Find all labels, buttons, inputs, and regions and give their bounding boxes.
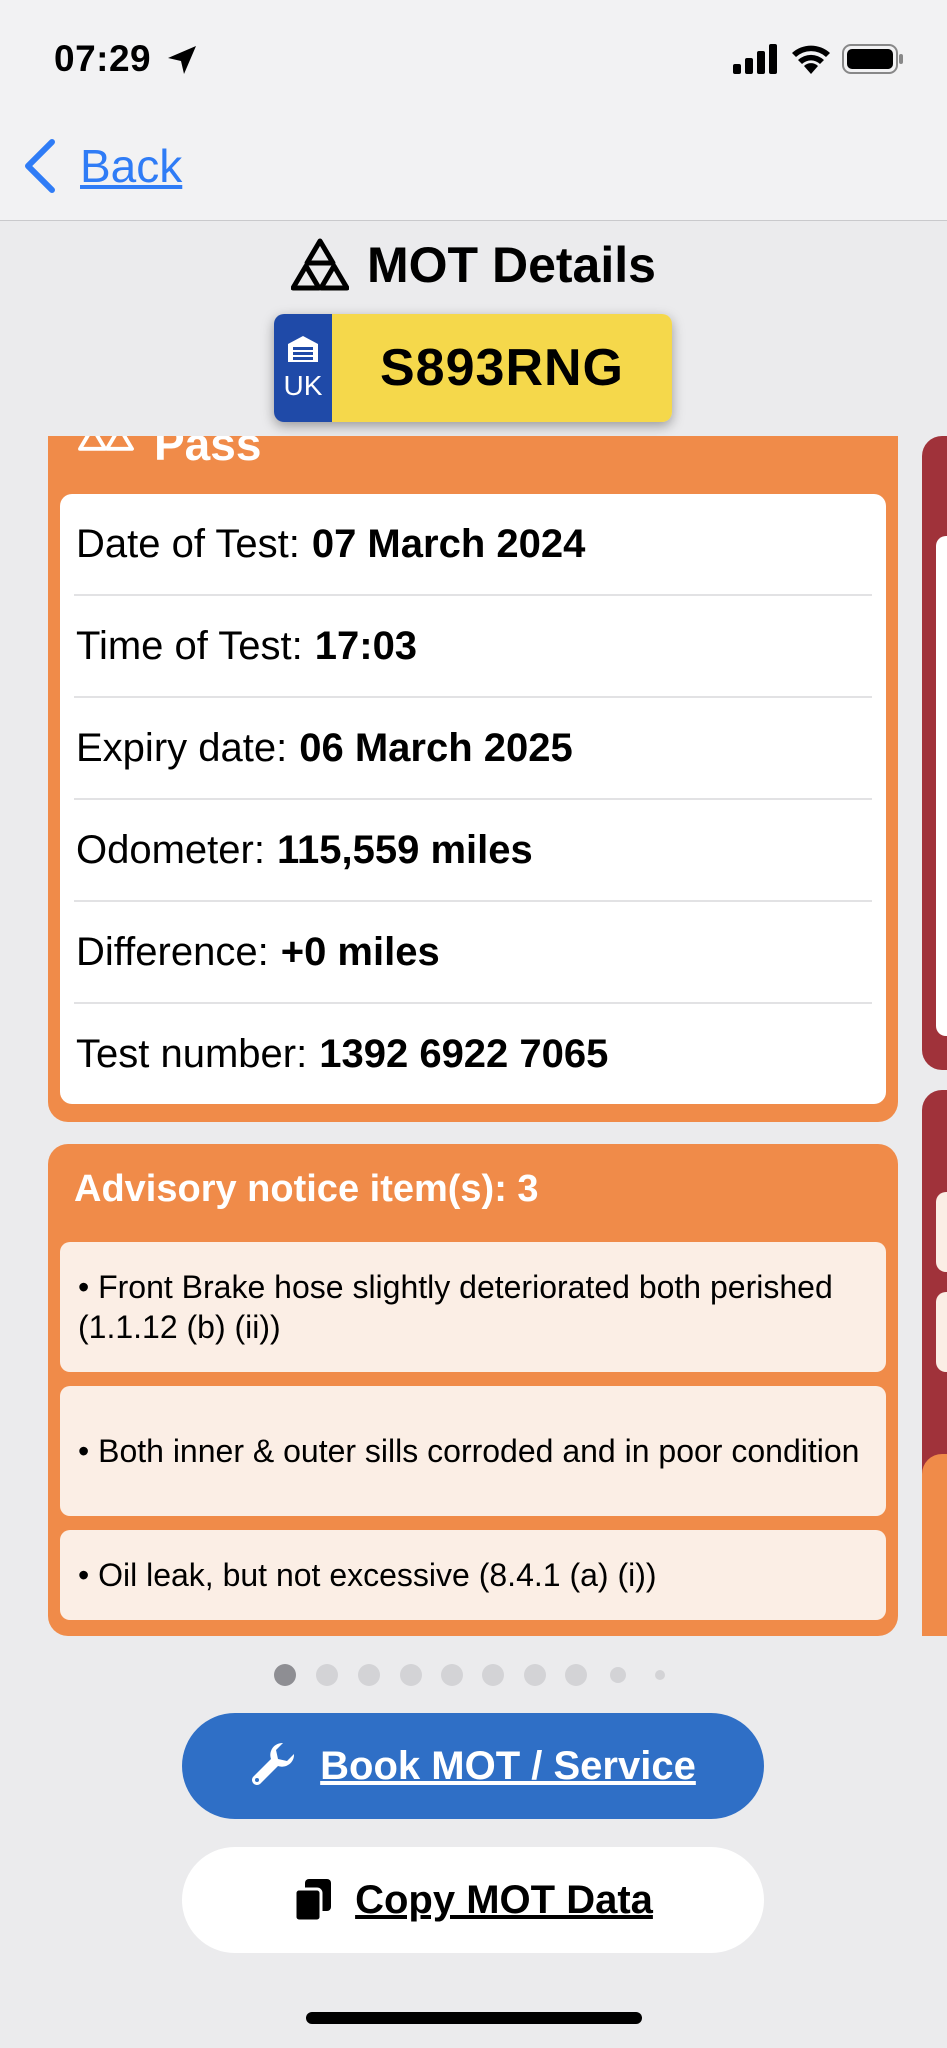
detail-row-date: Date of Test: 07 March 2024	[74, 494, 872, 596]
page-dot-active[interactable]	[274, 1664, 296, 1686]
battery-icon	[842, 44, 903, 74]
detail-value: 06 March 2025	[299, 725, 573, 770]
test-details-list: Date of Test: 07 March 2024 Time of Test…	[60, 494, 886, 1104]
home-indicator[interactable]	[306, 2012, 642, 2024]
number-plate: UK S893RNG	[274, 314, 672, 422]
mot-triple-triangle-icon	[291, 238, 350, 291]
advisory-card: Advisory notice item(s): 3 • Front Brake…	[48, 1144, 898, 1636]
back-button[interactable]: Back	[20, 136, 182, 196]
next-page-peek-fail-2-item	[936, 1192, 947, 1272]
detail-value: 115,559 miles	[276, 827, 533, 872]
plate-country-band: UK	[274, 314, 332, 422]
copy-mot-data-button[interactable]: Copy MOT Data	[182, 1847, 764, 1953]
registration-number: S893RNG	[332, 314, 672, 422]
detail-row-difference: Difference: +0 miles	[74, 902, 872, 1004]
result-status: Pass	[154, 436, 262, 470]
detail-row-expiry: Expiry date: 06 March 2025	[74, 698, 872, 800]
detail-row-odometer: Odometer: 115,559 miles	[74, 800, 872, 902]
wrench-icon	[252, 1742, 295, 1785]
detail-label: Test number:	[76, 1031, 308, 1076]
page-dot[interactable]	[441, 1664, 463, 1686]
navigation-bar: Back	[0, 120, 947, 221]
copy-button-label: Copy MOT Data	[355, 1877, 653, 1922]
advisory-item: • Front Brake hose slightly deteriorated…	[60, 1242, 886, 1372]
result-header: Pass	[78, 436, 261, 472]
page-dot[interactable]	[565, 1664, 587, 1686]
status-bar: 07:29	[0, 0, 947, 120]
advisory-item: • Oil leak, but not excessive (8.4.1 (a)…	[60, 1530, 886, 1620]
detail-label: Expiry date:	[76, 725, 288, 770]
advisory-item: • Both inner & outer sills corroded and …	[60, 1386, 886, 1516]
location-arrow-icon	[168, 46, 196, 74]
page-dot[interactable]	[482, 1664, 504, 1686]
detail-row-test-number: Test number: 1392 6922 7065	[74, 1004, 872, 1104]
mot-history-pager[interactable]: Pass Date of Test: 07 March 2024 Time of…	[0, 436, 947, 1636]
page-dot[interactable]	[655, 1670, 665, 1680]
page-header: MOT Details	[0, 236, 947, 294]
detail-value: 17:03	[314, 623, 418, 668]
book-button-label: Book MOT / Service	[320, 1743, 696, 1788]
page-title: MOT Details	[367, 237, 656, 293]
copy-icon	[293, 1879, 332, 1923]
detail-label: Odometer:	[76, 827, 265, 872]
detail-value: 07 March 2024	[311, 521, 586, 566]
garage-icon	[288, 336, 318, 362]
page-dot[interactable]	[524, 1664, 546, 1686]
mot-pass-icon	[78, 436, 134, 451]
page-dot[interactable]	[316, 1664, 338, 1686]
cellular-signal-icon	[733, 44, 777, 74]
book-mot-service-button[interactable]: Book MOT / Service	[182, 1713, 764, 1819]
page-indicator[interactable]	[0, 1660, 947, 1688]
wifi-icon	[792, 45, 830, 74]
chevron-left-icon	[25, 139, 55, 193]
detail-row-time: Time of Test: 17:03	[74, 596, 872, 698]
next-page-peek-fail-2-item-b	[936, 1292, 947, 1372]
detail-value: 1392 6922 7065	[319, 1031, 609, 1076]
page-dot[interactable]	[610, 1667, 626, 1683]
detail-label: Difference:	[76, 929, 269, 974]
advisory-title: Advisory notice item(s): 3	[74, 1168, 539, 1210]
detail-value: +0 miles	[280, 929, 440, 974]
page-dot[interactable]	[400, 1664, 422, 1686]
detail-label: Date of Test:	[76, 521, 300, 566]
plate-country-code: UK	[283, 370, 323, 401]
test-result-card: Pass Date of Test: 07 March 2024 Time of…	[48, 436, 898, 1122]
status-time: 07:29	[54, 38, 152, 79]
detail-label: Time of Test:	[76, 623, 303, 668]
next-page-peek-orange	[922, 1454, 947, 1636]
page-dot[interactable]	[358, 1664, 380, 1686]
next-page-peek-fail-detail	[936, 536, 947, 1036]
back-label: Back	[80, 140, 183, 192]
